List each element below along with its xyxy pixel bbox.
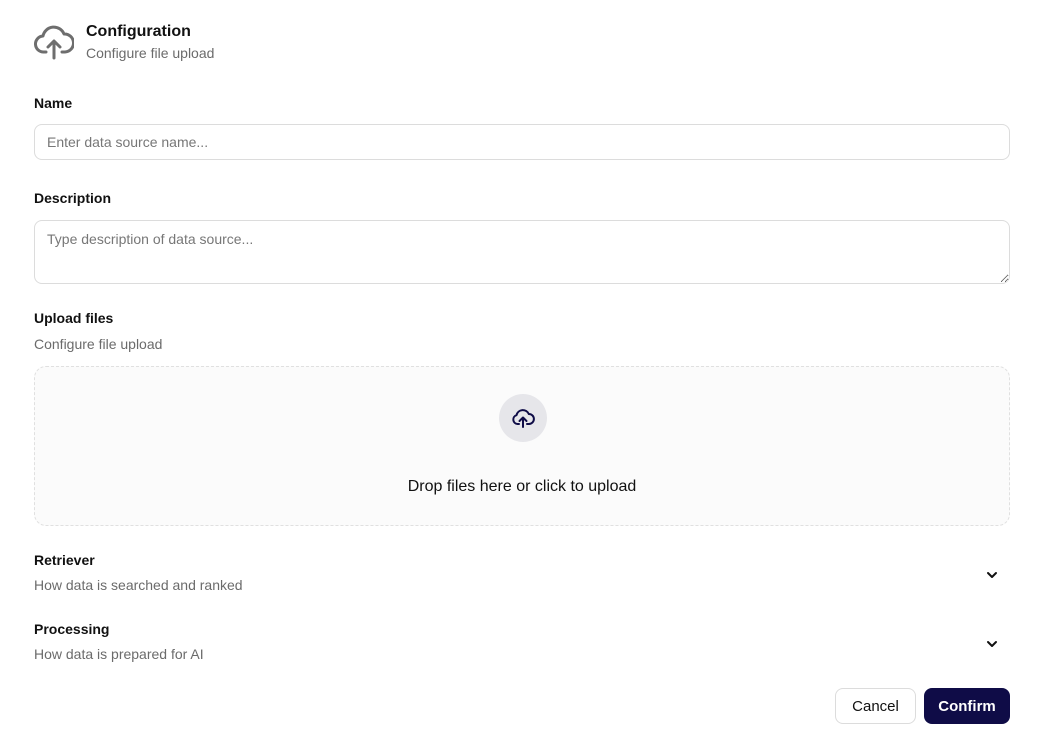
cloud-upload-icon	[512, 409, 535, 428]
description-label: Description	[34, 190, 112, 206]
retriever-section-toggle[interactable]: Retriever How data is searched and ranke…	[34, 552, 1010, 602]
name-input[interactable]	[34, 124, 1010, 160]
processing-subtitle: How data is prepared for AI	[34, 646, 204, 662]
upload-files-label: Upload files	[34, 310, 114, 326]
name-label: Name	[34, 95, 73, 111]
confirm-button[interactable]: Confirm	[924, 688, 1010, 724]
description-textarea[interactable]	[34, 220, 1010, 284]
dropzone-text: Drop files here or click to upload	[407, 478, 637, 495]
configuration-form: Configuration Configure file upload Name…	[0, 0, 1054, 756]
header-text: Configuration Configure file upload	[86, 22, 214, 63]
upload-files-sublabel: Configure file upload	[34, 336, 163, 352]
retriever-title: Retriever	[34, 552, 95, 568]
upload-icon-circle	[499, 394, 547, 442]
page-subtitle: Configure file upload	[86, 45, 215, 61]
chevron-down-icon	[987, 572, 997, 578]
page-title: Configuration	[86, 23, 191, 40]
chevron-down-icon	[987, 641, 997, 647]
processing-section-toggle[interactable]: Processing How data is prepared for AI	[34, 621, 1010, 671]
form-header: Configuration Configure file upload	[34, 22, 214, 63]
processing-title: Processing	[34, 621, 110, 637]
file-dropzone[interactable]: Drop files here or click to upload	[34, 366, 1010, 526]
cloud-upload-icon	[34, 25, 74, 60]
cancel-button[interactable]: Cancel	[835, 688, 916, 724]
retriever-subtitle: How data is searched and ranked	[34, 577, 243, 593]
